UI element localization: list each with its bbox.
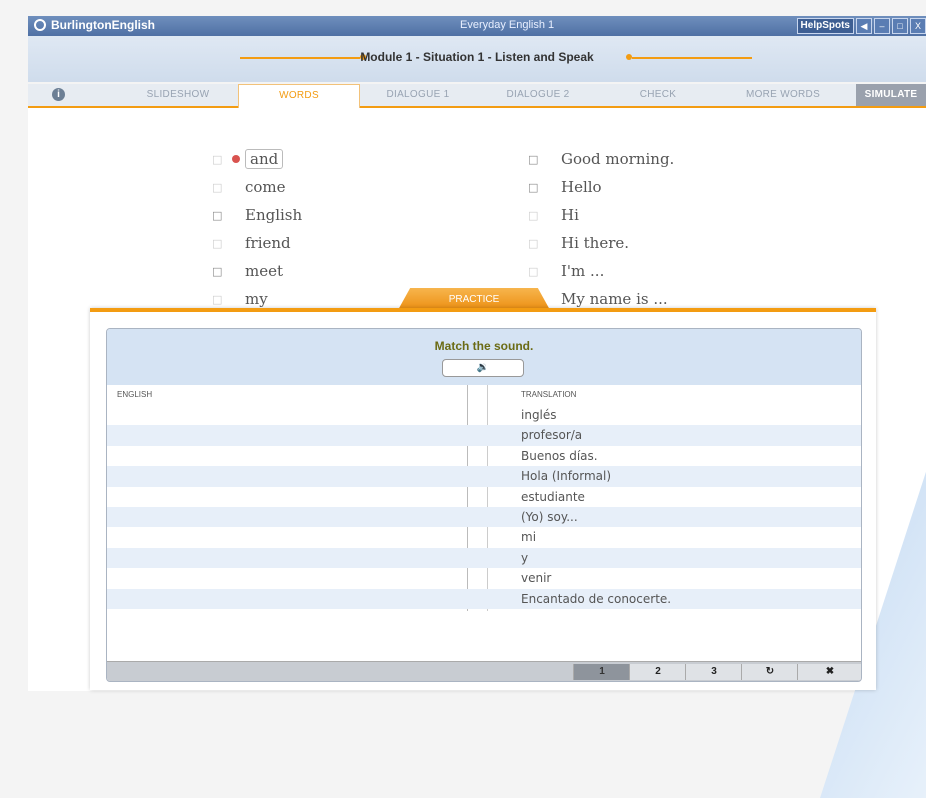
book-icon: □: [212, 208, 223, 222]
book-icon: □: [528, 264, 539, 278]
table-row[interactable]: [107, 568, 861, 588]
close-window-icon[interactable]: X: [910, 18, 926, 34]
word[interactable]: come: [245, 178, 286, 196]
phrase[interactable]: Hi: [561, 206, 579, 224]
translation-item[interactable]: Buenos días.: [521, 446, 671, 466]
restore-icon[interactable]: □: [892, 18, 908, 34]
list-item[interactable]: □ come: [212, 173, 302, 201]
tab-simulate[interactable]: SIMULATE: [856, 84, 926, 106]
book-icon: □: [528, 180, 539, 194]
brand-name: BurlingtonEnglish: [51, 18, 155, 32]
book-icon: □: [212, 180, 223, 194]
brand: BurlingtonEnglish: [34, 18, 155, 32]
translation-item[interactable]: inglés: [521, 405, 671, 425]
tab-more-words[interactable]: MORE WORDS: [718, 84, 848, 106]
module-title: Module 1 - Situation 1 - Listen and Spea…: [360, 50, 594, 64]
tab-check[interactable]: CHECK: [598, 84, 718, 106]
pagination-bar: 1 2 3 ↻ ✖: [107, 661, 861, 681]
table-row[interactable]: [107, 588, 861, 609]
minimize-icon[interactable]: –: [874, 18, 890, 34]
table-row[interactable]: [107, 405, 861, 425]
list-item[interactable]: □ Hi: [528, 201, 674, 229]
word[interactable]: and: [245, 149, 284, 169]
book-icon: □: [528, 152, 539, 166]
tab-dialogue-2[interactable]: DIALOGUE 2: [478, 84, 598, 106]
column-header-translation: TRANSLATION: [521, 390, 577, 399]
practice-header: Match the sound. 🔉: [107, 329, 861, 385]
module-header: Module 1 - Situation 1 - Listen and Spea…: [28, 36, 926, 82]
helpspots-button[interactable]: HelpSpots: [796, 18, 854, 34]
list-item[interactable]: □ and: [212, 145, 302, 173]
section-tabs: i SLIDESHOW WORDS DIALOGUE 1 DIALOGUE 2 …: [28, 84, 926, 108]
book-icon: □: [528, 236, 539, 250]
book-icon: □: [212, 292, 223, 306]
list-item[interactable]: □ friend: [212, 229, 302, 257]
close-icon[interactable]: ✖: [797, 664, 861, 680]
practice-panel: Match the sound. 🔉 ENGLISH TRANSLATION i…: [90, 308, 876, 690]
refresh-icon[interactable]: ↻: [741, 664, 798, 680]
practice-tab[interactable]: PRACTICE: [398, 288, 550, 310]
record-icon: [232, 155, 240, 163]
word-list-right: □ Good morning. □ Hello □ Hi □ Hi there.…: [528, 145, 674, 313]
list-item[interactable]: □ meet: [212, 257, 302, 285]
back-icon[interactable]: ◀: [856, 18, 872, 34]
translation-item[interactable]: profesor/a: [521, 425, 671, 445]
tab-words[interactable]: WORDS: [238, 84, 360, 108]
translation-item[interactable]: Hola (Informal): [521, 466, 671, 486]
table-rows-bg: [107, 405, 861, 609]
phrase[interactable]: I'm ...: [561, 262, 604, 280]
speaker-icon: 🔉: [476, 362, 490, 373]
tab-slideshow[interactable]: SLIDESHOW: [118, 84, 238, 106]
translation-item[interactable]: Encantado de conocerte.: [521, 589, 671, 609]
table-row[interactable]: [107, 466, 861, 487]
page-2-button[interactable]: 2: [629, 664, 686, 680]
app-title: Everyday English 1: [460, 19, 555, 31]
translation-item[interactable]: mi: [521, 527, 671, 547]
word-list-left: □ and □ come □ English □ friend □ meet □…: [212, 145, 302, 313]
book-icon: □: [212, 264, 223, 278]
book-icon: □: [212, 152, 223, 166]
phrase[interactable]: Hi there.: [561, 234, 629, 252]
word[interactable]: meet: [245, 262, 283, 280]
list-item[interactable]: □ Hello: [528, 173, 674, 201]
page-3-button[interactable]: 3: [685, 664, 742, 680]
table-row[interactable]: [107, 425, 861, 446]
title-bar: BurlingtonEnglish Everyday English 1 Hel…: [28, 16, 926, 36]
practice-inner: Match the sound. 🔉 ENGLISH TRANSLATION i…: [106, 328, 862, 682]
table-row[interactable]: [107, 487, 861, 507]
table-row[interactable]: [107, 506, 861, 528]
translation-item[interactable]: venir: [521, 568, 671, 588]
translation-list: inglés profesor/a Buenos días. Hola (Inf…: [521, 405, 671, 609]
burlington-logo-icon: [34, 19, 46, 31]
book-icon: □: [212, 236, 223, 250]
header-line-right: [632, 57, 752, 59]
page-1-button[interactable]: 1: [573, 664, 630, 680]
column-header-english: ENGLISH: [117, 390, 153, 399]
table-row[interactable]: [107, 446, 861, 466]
translation-item[interactable]: estudiante: [521, 487, 671, 507]
tab-dialogue-1[interactable]: DIALOGUE 1: [358, 84, 478, 106]
translation-item[interactable]: y: [521, 548, 671, 568]
list-item[interactable]: □ I'm ...: [528, 257, 674, 285]
table-row[interactable]: [107, 547, 861, 569]
phrase[interactable]: Hello: [561, 178, 602, 196]
book-icon: □: [528, 208, 539, 222]
instruction: Match the sound.: [434, 339, 534, 353]
list-item[interactable]: □ Hi there.: [528, 229, 674, 257]
table-row[interactable]: [107, 527, 861, 547]
translation-item[interactable]: (Yo) soy...: [521, 507, 671, 527]
window-buttons: HelpSpots ◀ – □ X: [796, 18, 926, 34]
phrase[interactable]: My name is ...: [561, 290, 668, 308]
list-item[interactable]: □ Good morning.: [528, 145, 674, 173]
list-item[interactable]: □ English: [212, 201, 302, 229]
word[interactable]: English: [245, 206, 302, 224]
info-icon[interactable]: i: [52, 88, 65, 101]
play-sound-button[interactable]: 🔉: [442, 359, 524, 377]
word[interactable]: my: [245, 290, 268, 308]
word[interactable]: friend: [245, 234, 291, 252]
phrase[interactable]: Good morning.: [561, 150, 674, 168]
